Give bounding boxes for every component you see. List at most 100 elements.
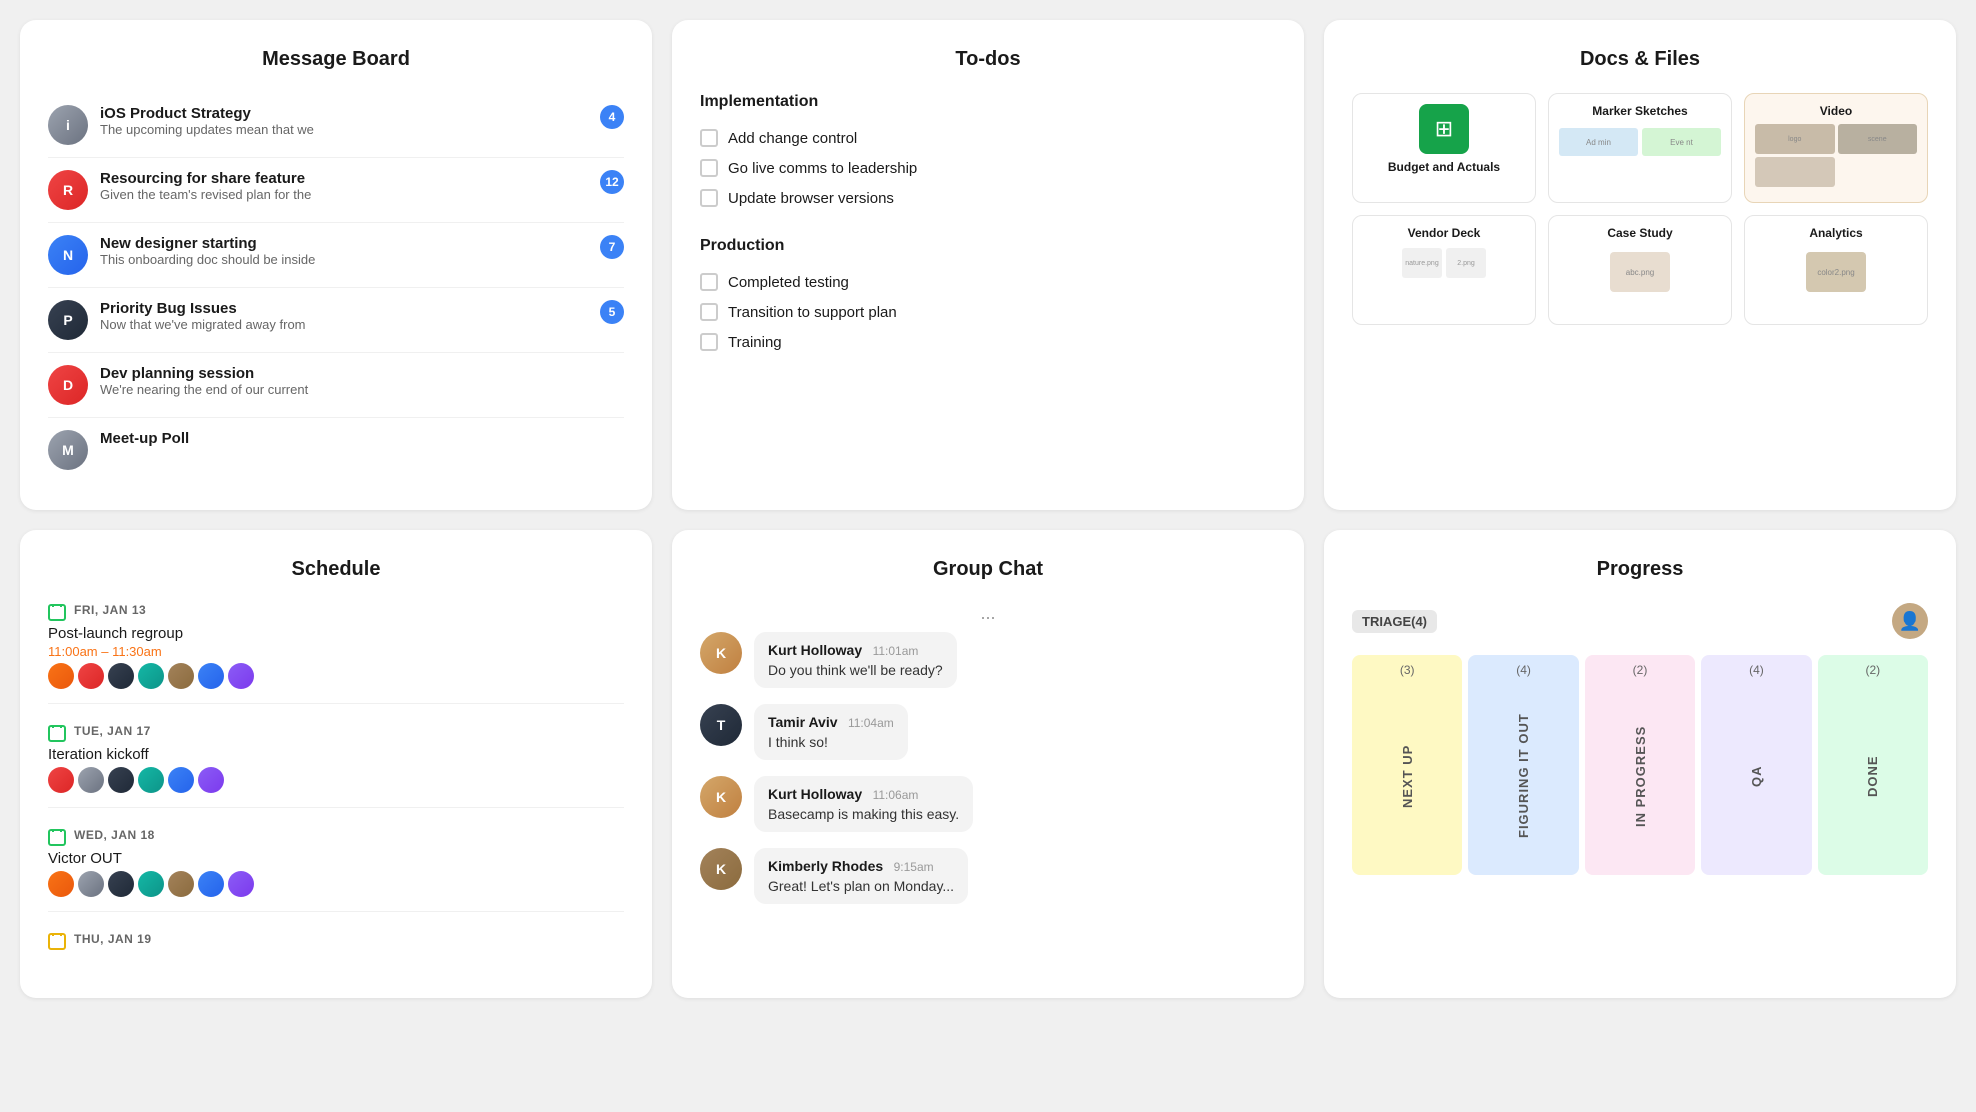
message-item[interactable]: R Resourcing for share feature Given the… [48,158,624,223]
todo-item[interactable]: Completed testing [700,267,1276,297]
casestudy-thumb: abc.png [1610,252,1670,292]
todo-checkbox[interactable] [700,129,718,147]
todo-item[interactable]: Go live comms to leadership [700,153,1276,183]
chat-header: Kimberly Rhodes 9:15am [768,858,954,876]
chat-bubble: Tamir Aviv 11:04am I think so! [754,704,908,760]
progress-column[interactable]: (2) IN PROGRESS [1585,655,1695,875]
progress-column[interactable]: (2) DONE [1818,655,1928,875]
message-board-title: Message Board [48,48,624,71]
doc-thumb: Eve nt [1642,128,1721,156]
todo-item[interactable]: Update browser versions [700,183,1276,213]
message-preview: Given the team's revised plan for the [100,187,588,202]
schedule-event-block[interactable]: THU, JAN 19 [48,932,624,950]
vendor-thumb: nature.png [1402,248,1442,278]
progress-card: Progress TRIAGE(4) 👤 (3) NEXT UP (4) FIG… [1324,530,1956,998]
chat-text: Basecamp is making this easy. [768,806,959,822]
chat-bubble: Kimberly Rhodes 9:15am Great! Let's plan… [754,848,968,904]
chat-avatar: K [700,632,742,674]
todo-item[interactable]: Transition to support plan [700,297,1276,327]
schedule-event-name: Post-launch regroup [48,625,624,642]
message-item[interactable]: N New designer starting This onboarding … [48,223,624,288]
chat-sender: Kurt Holloway [768,786,862,802]
avatar: P [48,300,88,340]
avatar: R [48,170,88,210]
calendar-icon [48,724,66,742]
schedule-avatars [48,663,624,689]
progress-column[interactable]: (3) NEXT UP [1352,655,1462,875]
chat-header: Kurt Holloway 11:06am [768,786,959,804]
todo-label: Training [728,334,782,351]
message-preview: This onboarding doc should be inside [100,252,588,267]
schedule-time: 11:00am – 11:30am [48,644,624,659]
chat-bubble: Kurt Holloway 11:06am Basecamp is making… [754,776,973,832]
message-content: Dev planning session We're nearing the e… [100,365,624,397]
progress-column[interactable]: (4) QA [1701,655,1811,875]
message-title: Resourcing for share feature [100,170,588,187]
schedule-avatar [168,871,194,897]
progress-columns: (3) NEXT UP (4) FIGURING IT OUT (2) IN P… [1352,655,1928,875]
schedule-avatar [228,663,254,689]
schedule-divider [48,911,624,912]
docs-files-title: Docs & Files [1352,48,1928,71]
message-title: Meet-up Poll [100,430,624,447]
avatar: N [48,235,88,275]
message-item[interactable]: M Meet-up Poll [48,418,624,482]
progress-user-avatar[interactable]: 👤 [1892,603,1928,639]
schedule-event-block[interactable]: FRI, JAN 13 Post-launch regroup 11:00am … [48,603,624,704]
schedule-date: TUE, JAN 17 [74,724,151,738]
date-header: WED, JAN 18 [48,828,624,846]
calendar-icon [48,603,66,621]
video-grid: logo scene [1755,124,1917,187]
chat-time: 11:01am [873,644,919,658]
schedule-avatars [48,767,624,793]
doc-name: Video [1820,104,1852,118]
todos-list: Implementation Add change control Go liv… [700,93,1276,357]
todo-checkbox[interactable] [700,303,718,321]
todo-section-title: Implementation [700,93,1276,111]
message-list: i iOS Product Strategy The upcoming upda… [48,93,624,482]
schedule-date: THU, JAN 19 [74,932,152,946]
chat-sender: Kimberly Rhodes [768,858,883,874]
schedule-divider [48,807,624,808]
chat-message: K Kimberly Rhodes 9:15am Great! Let's pl… [700,848,1276,904]
todo-checkbox[interactable] [700,159,718,177]
schedule-avatar [168,767,194,793]
video-thumb: logo [1755,124,1835,154]
message-title: Dev planning session [100,365,624,382]
doc-item[interactable]: Analytics color2.png [1744,215,1928,325]
todo-item[interactable]: Training [700,327,1276,357]
calendar-icon [48,828,66,846]
todo-label: Transition to support plan [728,304,897,321]
analytics-thumb: color2.png [1806,252,1866,292]
doc-item[interactable]: ⊞ Budget and Actuals [1352,93,1536,203]
doc-item[interactable]: Video logo scene [1744,93,1928,203]
progress-column[interactable]: (4) FIGURING IT OUT [1468,655,1578,875]
schedule-event-name: Victor OUT [48,850,624,867]
doc-item[interactable]: Case Study abc.png [1548,215,1732,325]
message-item[interactable]: D Dev planning session We're nearing the… [48,353,624,418]
sheet-icon: ⊞ [1419,104,1469,154]
todo-checkbox[interactable] [700,273,718,291]
schedule-title: Schedule [48,558,624,581]
doc-item[interactable]: Marker Sketches Ad min Eve nt [1548,93,1732,203]
todo-item[interactable]: Add change control [700,123,1276,153]
doc-thumb: Ad min [1559,128,1638,156]
doc-item[interactable]: Vendor Deck nature.png 2.png [1352,215,1536,325]
schedule-event-block[interactable]: WED, JAN 18 Victor OUT [48,828,624,912]
date-header: TUE, JAN 17 [48,724,624,742]
message-content: iOS Product Strategy The upcoming update… [100,105,588,137]
doc-name: Analytics [1809,226,1862,240]
todos-card: To-dos Implementation Add change control… [672,20,1304,510]
chat-avatar: T [700,704,742,746]
todo-checkbox[interactable] [700,189,718,207]
schedule-avatars [48,871,624,897]
message-item[interactable]: i iOS Product Strategy The upcoming upda… [48,93,624,158]
message-title: iOS Product Strategy [100,105,588,122]
todo-checkbox[interactable] [700,333,718,351]
message-content: Priority Bug Issues Now that we've migra… [100,300,588,332]
schedule-avatar [198,663,224,689]
schedule-event-block[interactable]: TUE, JAN 17 Iteration kickoff [48,724,624,808]
message-item[interactable]: P Priority Bug Issues Now that we've mig… [48,288,624,353]
message-preview: We're nearing the end of our current [100,382,624,397]
todo-group: Implementation Add change control Go liv… [700,93,1276,213]
